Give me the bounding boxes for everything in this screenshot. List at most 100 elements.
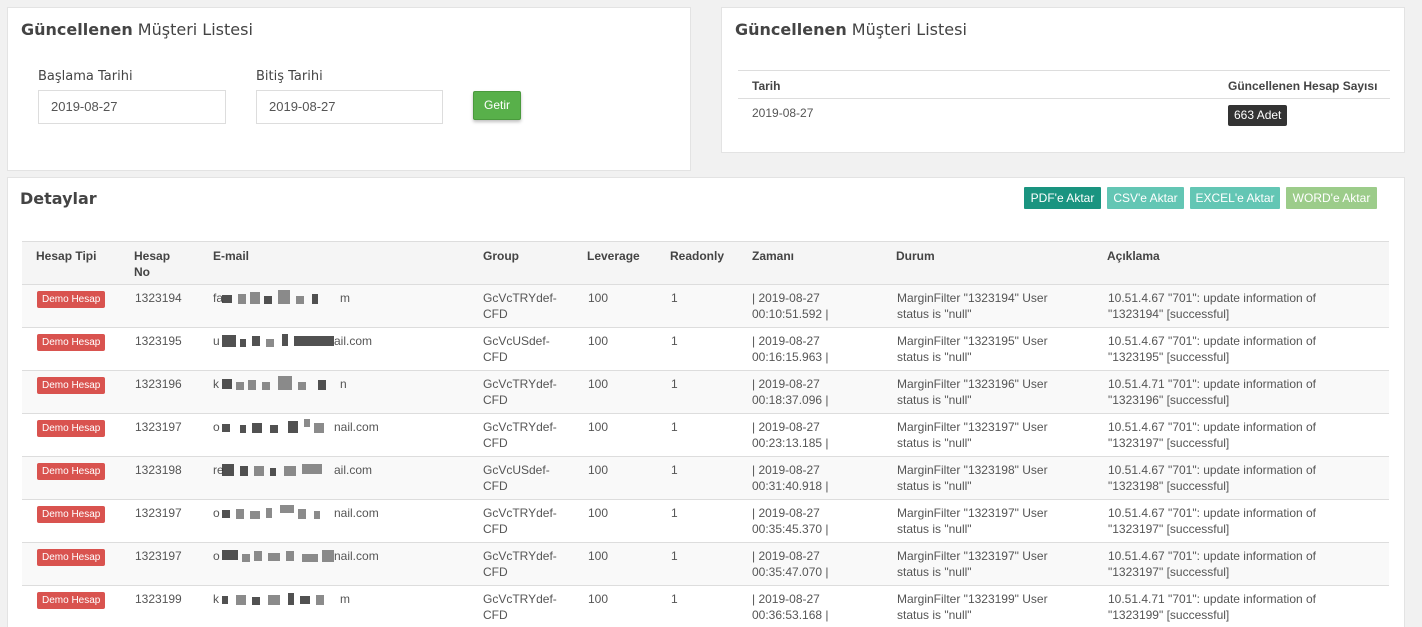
summary-divider-top xyxy=(738,70,1390,71)
aciklama-cell-line2: "1323198" [successful] xyxy=(1108,479,1230,493)
th-hesap-no-line2: No xyxy=(134,265,150,279)
durum-cell: MarginFilter "1323196" User status is "nu… xyxy=(897,376,1048,408)
zamani-cell-line1: | 2019-08-27 xyxy=(752,463,820,477)
aciklama-cell-line1: 10.51.4.67 "701": update information of xyxy=(1108,334,1317,348)
durum-cell: MarginFilter "1323197" User status is "nu… xyxy=(897,505,1048,537)
th-durum[interactable]: Durum xyxy=(896,248,935,264)
th-aciklama[interactable]: Açıklama xyxy=(1107,248,1160,264)
start-date-input[interactable]: 2019-08-27 xyxy=(38,90,226,124)
table-row[interactable]: Demo Hesap 1323196 k GcVcTRYdef- CFD 100 1 | 20… xyxy=(22,370,1389,413)
aciklama-cell-line1: 10.51.4.67 "701": update information of xyxy=(1108,291,1317,305)
table-row[interactable]: Demo Hesap 1323195 u GcVcUSdef- CFD 100 1 | 201… xyxy=(22,327,1389,370)
hesap-tipi-badge: Demo Hesap xyxy=(37,334,106,351)
durum-cell: MarginFilter "1323198" User status is "nu… xyxy=(897,462,1048,494)
end-date-input[interactable]: 2019-08-27 xyxy=(256,90,443,124)
table-row[interactable]: Demo Hesap 1323194 fa GcVcTRYdef- CFD 100 1 | 2… xyxy=(22,284,1389,327)
email-redaction xyxy=(222,419,342,433)
export-excel-button[interactable]: EXCEL'e Aktar xyxy=(1190,187,1280,209)
export-word-button[interactable]: WORD'e Aktar xyxy=(1286,187,1377,209)
hesap-tipi-badge: Demo Hesap xyxy=(37,420,106,437)
group-cell-line2: CFD xyxy=(483,436,508,450)
group-cell-line1: GcVcTRYdef- xyxy=(483,377,557,391)
aciklama-cell-line2: "1323196" [successful] xyxy=(1108,393,1230,407)
leverage-cell: 100 xyxy=(588,377,609,391)
summary-title-bold: Güncellenen xyxy=(735,20,847,39)
email-redaction xyxy=(222,462,342,476)
readonly-cell: 1 xyxy=(671,291,678,305)
hesap-tipi-badge: Demo Hesap xyxy=(37,549,106,566)
zamani-cell-line1: | 2019-08-27 xyxy=(752,334,820,348)
hesap-tipi-badge: Demo Hesap xyxy=(37,291,106,308)
details-title: Detaylar xyxy=(20,189,97,208)
zamani-cell: | 2019-08-27 00:23:13.185 | xyxy=(752,419,829,451)
group-cell-line2: CFD xyxy=(483,393,508,407)
hesap-no-cell: 1323198 xyxy=(135,463,182,477)
table-row[interactable]: Demo Hesap 1323197 o GcVcTRYdef- CFD 100 1 | 20… xyxy=(22,542,1389,585)
durum-cell: MarginFilter "1323197" User status is "nu… xyxy=(897,419,1048,451)
email-start: k xyxy=(213,592,219,606)
aciklama-cell: 10.51.4.67 "701": update information of "… xyxy=(1108,333,1316,365)
aciklama-cell: 10.51.4.67 "701": update information of "… xyxy=(1108,419,1316,451)
group-cell-line2: CFD xyxy=(483,479,508,493)
hesap-tipi-badge: Demo Hesap xyxy=(37,592,106,609)
readonly-cell: 1 xyxy=(671,334,678,348)
export-pdf-button[interactable]: PDF'e Aktar xyxy=(1024,187,1101,209)
group-cell: GcVcTRYdef- CFD xyxy=(483,548,557,580)
leverage-cell: 100 xyxy=(588,334,609,348)
zamani-cell-line1: | 2019-08-27 xyxy=(752,291,820,305)
aciklama-cell: 10.51.4.67 "701": update information of "… xyxy=(1108,505,1316,537)
th-group[interactable]: Group xyxy=(483,248,519,264)
export-csv-button[interactable]: CSV'e Aktar xyxy=(1107,187,1184,209)
table-row[interactable]: Demo Hesap 1323197 o GcVcTRYdef- CFD 100 1 | 20… xyxy=(22,499,1389,542)
th-leverage[interactable]: Leverage xyxy=(587,248,640,264)
leverage-cell: 100 xyxy=(588,549,609,563)
aciklama-cell: 10.51.4.67 "701": update information of "… xyxy=(1108,548,1316,580)
filter-panel-title: Güncellenen Müşteri Listesi xyxy=(21,20,253,39)
th-email[interactable]: E-mail xyxy=(213,248,249,264)
th-zamani[interactable]: Zamanı xyxy=(752,248,794,264)
durum-cell-line2: status is "null" xyxy=(897,565,972,579)
getir-button[interactable]: Getir xyxy=(473,91,521,120)
group-cell-line1: GcVcUSdef- xyxy=(483,463,550,477)
readonly-cell: 1 xyxy=(671,506,678,520)
hesap-no-cell: 1323195 xyxy=(135,334,182,348)
table-row[interactable]: Demo Hesap 1323198 re GcVcUSdef- CFD 100 1 | 20… xyxy=(22,456,1389,499)
hesap-no-cell: 1323197 xyxy=(135,506,182,520)
aciklama-cell-line2: "1323197" [successful] xyxy=(1108,436,1230,450)
durum-cell-line2: status is "null" xyxy=(897,393,972,407)
durum-cell-line2: status is "null" xyxy=(897,522,972,536)
zamani-cell-line2: 00:10:51.592 | xyxy=(752,307,829,321)
hesap-no-cell: 1323194 xyxy=(135,291,182,305)
summary-divider-head xyxy=(738,98,1390,99)
leverage-cell: 100 xyxy=(588,463,609,477)
table-row[interactable]: Demo Hesap 1323199 k GcVcTRYdef- CFD 100 1 | 20… xyxy=(22,585,1389,627)
filter-title-rest: Müşteri Listesi xyxy=(132,20,253,39)
durum-cell-line1: MarginFilter "1323197" User xyxy=(897,506,1048,520)
th-hesap-tipi[interactable]: Hesap Tipi xyxy=(36,248,96,264)
details-table-header: Hesap Tipi Hesap No E-mail Group Leverag… xyxy=(22,241,1389,284)
durum-cell-line2: status is "null" xyxy=(897,608,972,622)
group-cell: GcVcTRYdef- CFD xyxy=(483,419,557,451)
readonly-cell: 1 xyxy=(671,377,678,391)
durum-cell-line1: MarginFilter "1323197" User xyxy=(897,549,1048,563)
aciklama-cell: 10.51.4.67 "701": update information of "… xyxy=(1108,290,1316,322)
zamani-cell-line1: | 2019-08-27 xyxy=(752,420,820,434)
table-row[interactable]: Demo Hesap 1323197 o GcVcTRYdef- CFD 100 1 | 20… xyxy=(22,413,1389,456)
hesap-tipi-badge: Demo Hesap xyxy=(37,463,106,480)
zamani-cell-line1: | 2019-08-27 xyxy=(752,549,820,563)
zamani-cell-line2: 00:18:37.096 | xyxy=(752,393,829,407)
zamani-cell-line2: 00:16:15.963 | xyxy=(752,350,829,364)
durum-cell-line2: status is "null" xyxy=(897,350,972,364)
durum-cell: MarginFilter "1323195" User status is "nu… xyxy=(897,333,1048,365)
zamani-cell-line2: 00:23:13.185 | xyxy=(752,436,829,450)
zamani-cell-line1: | 2019-08-27 xyxy=(752,377,820,391)
group-cell-line1: GcVcTRYdef- xyxy=(483,549,557,563)
th-hesap-no[interactable]: Hesap No xyxy=(134,248,170,280)
group-cell-line1: GcVcUSdef- xyxy=(483,334,550,348)
th-readonly[interactable]: Readonly xyxy=(670,248,724,264)
aciklama-cell-line2: "1323199" [successful] xyxy=(1108,608,1230,622)
leverage-cell: 100 xyxy=(588,592,609,606)
aciklama-cell-line2: "1323197" [successful] xyxy=(1108,565,1230,579)
zamani-cell-line2: 00:31:40.918 | xyxy=(752,479,829,493)
email-redaction xyxy=(222,333,342,347)
